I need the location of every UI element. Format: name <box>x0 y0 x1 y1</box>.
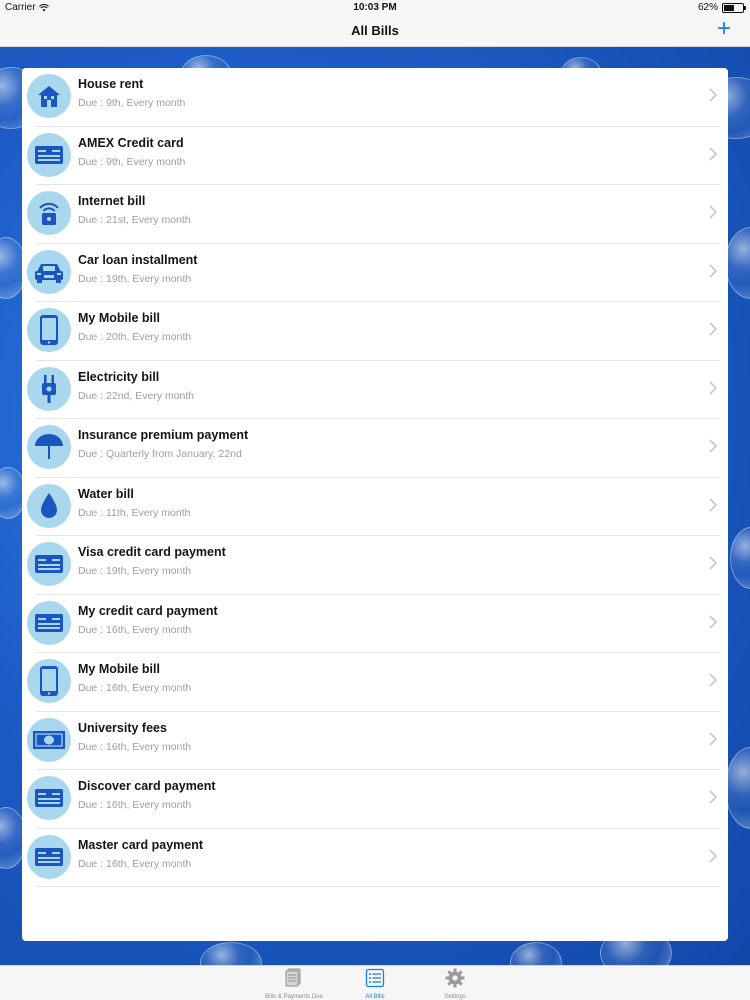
battery-group: 62% <box>697 2 746 13</box>
battery-percent: 62% <box>697 2 718 13</box>
credit-card-icon <box>27 834 71 879</box>
credit-card-icon <box>27 600 71 645</box>
bill-row[interactable]: Visa credit card payment Due : 19th, Eve… <box>22 536 728 595</box>
tab-bills-payments-due[interactable]: Bills & Payments Due <box>254 968 334 1000</box>
chevron-right-icon <box>709 205 718 219</box>
tab-all-bills[interactable]: All Bills <box>335 968 415 1000</box>
chevron-right-icon <box>709 88 718 102</box>
bill-name: My Mobile bill <box>78 311 160 325</box>
bill-row[interactable]: Insurance premium payment Due : Quarterl… <box>22 419 728 478</box>
tab-label: All Bills <box>365 994 385 1000</box>
bill-due-date: Due : Quarterly from January, 22nd <box>78 448 242 460</box>
wifi-router-icon <box>27 191 71 235</box>
bill-name: Visa credit card payment <box>78 545 226 559</box>
status-bar: Carrier 10:03 PM 62% <box>0 0 750 16</box>
bill-name: My Mobile bill <box>78 662 160 676</box>
bill-row[interactable]: AMEX Credit card Due : 9th, Every month <box>22 127 728 185</box>
bill-row[interactable]: Car loan installment Due : 19th, Every m… <box>22 244 728 302</box>
chevron-right-icon <box>709 322 718 336</box>
umbrella-icon <box>27 425 71 469</box>
house-icon <box>27 74 71 118</box>
bill-due-date: Due : 21st, Every month <box>78 214 191 226</box>
bill-name: Discover card payment <box>78 779 216 793</box>
status-time: 10:03 PM <box>353 2 397 13</box>
bubble-decoration <box>725 747 750 829</box>
bill-due-date: Due : 22nd, Every month <box>78 389 195 402</box>
gear-icon <box>445 968 465 988</box>
bill-name: Electricity bill <box>78 369 160 384</box>
chevron-right-icon <box>709 439 718 453</box>
chevron-right-icon <box>709 848 718 863</box>
chevron-right-icon <box>709 731 718 746</box>
tab-label: Settings <box>444 994 466 1000</box>
bill-row[interactable]: University fees Due : 16th, Every month <box>22 712 728 770</box>
chevron-right-icon <box>709 263 718 278</box>
bubble-decoration <box>730 527 750 589</box>
chevron-right-icon <box>709 614 718 629</box>
add-bill-button[interactable]: + <box>712 17 736 42</box>
bill-row[interactable]: Master card payment Due : 16th, Every mo… <box>22 829 728 887</box>
tab-bar: Bills & Payments Due All Bills Settings <box>0 965 750 1000</box>
credit-card-icon <box>27 542 71 586</box>
bill-row[interactable]: My Mobile bill Due : 16th, Every month <box>22 653 728 712</box>
tab-settings[interactable]: Settings <box>415 968 495 1000</box>
bill-name: Insurance premium payment <box>78 428 249 442</box>
battery-icon <box>722 2 746 13</box>
documents-icon <box>285 968 301 987</box>
power-plug-icon <box>27 366 71 411</box>
bill-due-date: Due : 16th, Every month <box>78 740 192 753</box>
bills-list: House rent Due : 9th, Every month AMEX C… <box>22 68 728 941</box>
bill-row[interactable]: House rent Due : 9th, Every month <box>22 68 728 127</box>
bill-due-date: Due : 19th, Every month <box>78 565 192 577</box>
bill-name: AMEX Credit card <box>78 135 184 150</box>
bill-due-date: Due : 16th, Every month <box>78 623 192 636</box>
bill-due-date: Due : 16th, Every month <box>78 799 192 811</box>
bill-row[interactable]: Water bill Due : 11th, Every month <box>22 478 728 536</box>
chevron-right-icon <box>709 146 718 161</box>
credit-card-icon <box>27 776 71 820</box>
bill-name: Internet bill <box>78 194 146 208</box>
bill-due-date: Due : 19th, Every month <box>78 272 192 285</box>
mobile-phone-icon <box>27 308 71 352</box>
tab-label: Bills & Payments Due <box>265 994 323 1000</box>
bubble-decoration <box>200 942 262 965</box>
bill-name: My credit card payment <box>78 603 218 618</box>
bill-due-date: Due : 9th, Every month <box>78 97 186 109</box>
car-icon <box>27 249 71 294</box>
chevron-right-icon <box>709 673 718 687</box>
bill-row[interactable]: My credit card payment Due : 16th, Every… <box>22 595 728 653</box>
bill-row[interactable]: Internet bill Due : 21st, Every month <box>22 185 728 244</box>
water-drop-icon <box>27 483 71 528</box>
bill-name: House rent <box>78 77 144 91</box>
mobile-phone-icon <box>27 659 71 703</box>
bill-name: Master card payment <box>78 837 204 852</box>
bubble-decoration <box>725 227 750 299</box>
chevron-right-icon <box>709 380 718 395</box>
page-title: All Bills <box>351 23 399 38</box>
banknote-icon <box>27 717 71 762</box>
bill-row[interactable]: My Mobile bill Due : 20th, Every month <box>22 302 728 361</box>
bill-due-date: Due : 16th, Every month <box>78 857 192 870</box>
bill-row[interactable]: Electricity bill Due : 22nd, Every month <box>22 361 728 419</box>
chevron-right-icon <box>709 556 718 570</box>
navigation-bar: All Bills + <box>0 16 750 47</box>
bill-row[interactable]: Discover card payment Due : 16th, Every … <box>22 770 728 829</box>
row-separator <box>36 886 720 887</box>
chevron-right-icon <box>709 790 718 804</box>
bill-name: Water bill <box>78 486 134 501</box>
bill-due-date: Due : 9th, Every month <box>78 155 186 168</box>
bill-due-date: Due : 11th, Every month <box>78 506 191 519</box>
bill-name: Car loan installment <box>78 252 198 267</box>
bill-due-date: Due : 16th, Every month <box>78 682 192 694</box>
chevron-right-icon <box>709 497 718 512</box>
credit-card-icon <box>27 132 71 177</box>
bill-name: University fees <box>78 720 167 735</box>
list-icon <box>365 968 385 988</box>
bubble-decoration <box>510 942 562 965</box>
bill-due-date: Due : 20th, Every month <box>78 331 192 343</box>
